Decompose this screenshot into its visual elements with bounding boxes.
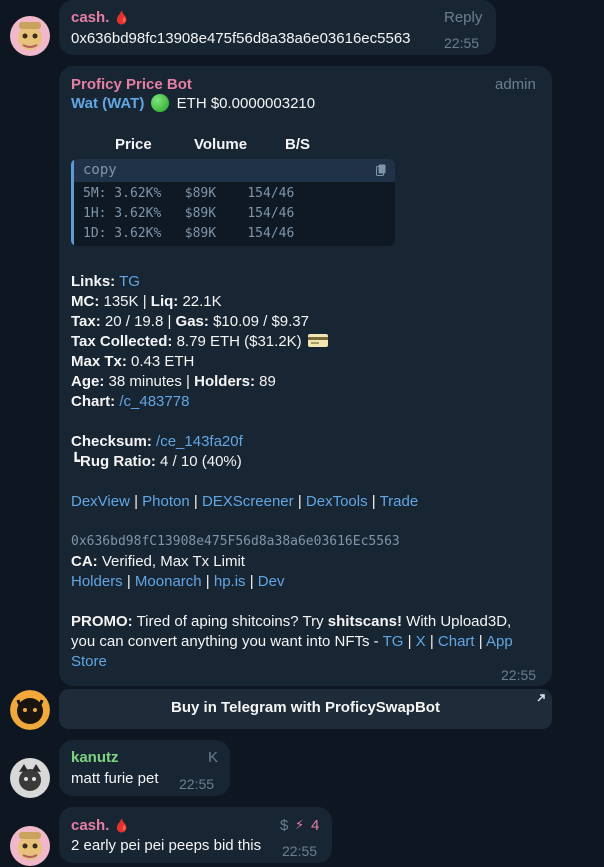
message-time: 22:55 — [501, 667, 537, 683]
table-header-bs: B/S — [285, 136, 311, 153]
hpis-link[interactable]: hp.is — [214, 573, 246, 590]
code-row-1h: 1H: 3.62K% $89K 154/46 — [83, 206, 295, 221]
ca-line: CA: Verified, Max Tx Limit — [71, 553, 245, 570]
user-avatar-kanutz[interactable] — [10, 758, 50, 798]
contract-address[interactable]: 0x636bd98fC13908e475F56d8a38a6e03616Ec55… — [71, 532, 400, 552]
promo-app-link[interactable]: App — [486, 633, 513, 650]
dev-link[interactable]: Dev — [258, 573, 285, 590]
dexview-link[interactable]: DexView — [71, 493, 130, 510]
max-tx-line: Max Tx: 0.43 ETH — [71, 353, 195, 370]
sender-name[interactable]: cash. 🩸 — [71, 817, 130, 834]
photon-link[interactable]: Photon — [142, 493, 190, 510]
dex-links-line: DexView | Photon | DEXScreener | DexTool… — [71, 493, 419, 510]
sender-name[interactable]: Proficy Price Bot — [71, 76, 192, 93]
holders-link[interactable]: Holders — [71, 573, 123, 590]
lightning-icon: ⚡ — [295, 817, 305, 832]
table-header-volume: Volume — [194, 136, 248, 153]
moonarch-link[interactable]: Moonarch — [135, 573, 202, 590]
checksum-link[interactable]: /ce_143fa20f — [156, 433, 243, 450]
admin-badge: admin — [495, 76, 536, 93]
promo-line-2: you can convert anything you want into N… — [71, 633, 513, 650]
mc-liq-line: MC: 135K | Liq: 22.1K — [71, 293, 222, 310]
promo-line-1: PROMO: Tired of aping shitcoins? Try shi… — [71, 613, 512, 630]
external-link-arrow-icon — [537, 694, 545, 702]
promo-line-3: Store — [71, 652, 107, 672]
code-block-accent — [71, 159, 74, 246]
dextools-link[interactable]: DexTools — [306, 493, 368, 510]
message-text: 0x636bd98fc13908e475f56d8a38a6e03616ec55… — [71, 30, 411, 47]
tax-gas-line: Tax: 20 / 19.8 | Gas: $10.09 / $9.37 — [71, 313, 309, 330]
blood-drop-emoji: 🩸 — [113, 818, 130, 833]
promo-x-link[interactable]: X — [416, 633, 426, 650]
user-avatar-cash[interactable] — [10, 16, 50, 56]
chart-line: Chart: /c_483778 — [71, 393, 190, 410]
sender-name[interactable]: cash. 🩸 — [71, 9, 130, 26]
token-name[interactable]: Wat (WAT) — [71, 95, 144, 112]
token-line: Wat (WAT) ETH $0.0000003210 — [71, 94, 315, 114]
promo-tg-link[interactable]: TG — [383, 633, 404, 650]
links-line: Links: TG — [71, 273, 140, 290]
message-bubble[interactable]: kanutz K matt furie pet 22:55 — [59, 740, 230, 796]
message-time: 22:55 — [179, 776, 215, 792]
reply-label[interactable]: Reply — [444, 9, 482, 26]
message-bubble[interactable]: cash. 🩸 $ ⚡ 4 2 early pei pei peeps bid … — [59, 807, 332, 863]
token-price: $0.0000003210 — [210, 95, 316, 112]
table-header-price: Price — [115, 136, 152, 153]
tg-link[interactable]: TG — [119, 273, 140, 290]
message-time: 22:55 — [444, 35, 480, 51]
code-row-1d: 1D: 3.62K% $89K 154/46 — [83, 226, 295, 241]
dexscreener-link[interactable]: DEXScreener — [202, 493, 294, 510]
chain-label: ETH — [176, 95, 207, 112]
buy-button-label: Buy in Telegram with ProficySwapBot — [171, 699, 440, 716]
tax-collected-line: Tax Collected: 8.79 ETH ($31.2K) — [71, 332, 328, 352]
blood-drop-emoji: 🩸 — [113, 10, 130, 25]
ca-links-line: Holders | Moonarch | hp.is | Dev — [71, 573, 285, 590]
reaction-count: 4 — [311, 817, 320, 834]
chart-link[interactable]: /c_483778 — [119, 393, 189, 410]
copy-icon[interactable] — [376, 164, 386, 176]
code-block-header — [71, 159, 395, 182]
promo-store-link[interactable]: Store — [71, 653, 107, 670]
member-badge: K — [208, 749, 219, 766]
trade-link[interactable]: Trade — [380, 493, 419, 510]
rug-ratio-line: ┗Rug Ratio: 4 / 10 (40%) — [71, 453, 242, 470]
sender-name[interactable]: kanutz — [71, 749, 119, 766]
copy-label[interactable]: copy — [83, 162, 117, 178]
message-text: 2 early pei pei peeps bid this — [71, 837, 262, 854]
message-time: 22:55 — [282, 843, 318, 859]
message-text: matt furie pet — [71, 770, 159, 787]
promo-chart-link[interactable]: Chart — [438, 633, 475, 650]
user-avatar-cash[interactable] — [10, 826, 50, 866]
green-circle-icon — [151, 94, 170, 112]
buy-inline-button[interactable]: Buy in Telegram with ProficySwapBot — [59, 689, 552, 729]
message-bubble[interactable]: cash. 🩸 Reply 0x636bd98fc13908e475f56d8a… — [59, 0, 496, 55]
bot-avatar[interactable] — [10, 690, 50, 730]
credit-card-icon — [307, 334, 328, 347]
age-holders-line: Age: 38 minutes | Holders: 89 — [71, 373, 276, 390]
dollar-badge: $ — [280, 817, 289, 834]
code-row-5m: 5M: 3.62K% $89K 154/46 — [83, 186, 295, 201]
checksum-line: Checksum: /ce_143fa20f — [71, 433, 243, 450]
code-block[interactable]: copy 5M: 3.62K% $89K 154/46 1H: 3.62K% $… — [71, 159, 395, 246]
chat-view: cash. 🩸 Reply 0x636bd98fc13908e475f56d8a… — [0, 0, 604, 867]
